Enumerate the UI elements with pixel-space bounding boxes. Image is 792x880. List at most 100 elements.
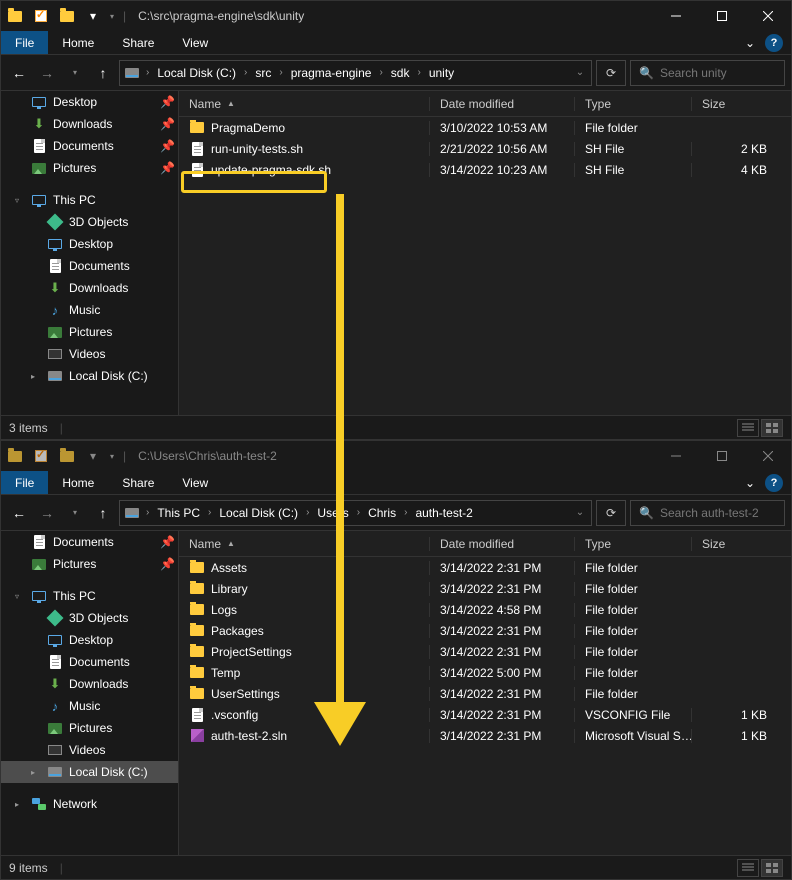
- sidebar-item[interactable]: ♪Music: [1, 299, 178, 321]
- chevron-right-icon[interactable]: ›: [277, 67, 284, 78]
- recent-locations-button[interactable]: ▾: [63, 61, 87, 85]
- file-row[interactable]: .vsconfig 3/14/2022 2:31 PM VSCONFIG Fil…: [179, 704, 791, 725]
- sidebar-item[interactable]: Desktop: [1, 233, 178, 255]
- navigation-pane[interactable]: Documents📌Pictures📌 ▿This PC3D ObjectsDes…: [1, 531, 179, 855]
- file-list-pane[interactable]: Name▲ Date modified Type Size PragmaDemo…: [179, 91, 791, 415]
- up-button[interactable]: ↑: [91, 501, 115, 525]
- title-bar[interactable]: ▾ ▾ | C:\src\pragma-engine\sdk\unity: [1, 1, 791, 31]
- chevron-right-icon[interactable]: ▸: [31, 768, 41, 777]
- sidebar-item[interactable]: ▸Local Disk (C:): [1, 761, 178, 783]
- column-type-header[interactable]: Type: [574, 97, 691, 111]
- sidebar-item[interactable]: Pictures📌: [1, 553, 178, 575]
- chevron-down-icon[interactable]: ▿: [15, 196, 25, 205]
- sidebar-item[interactable]: ⬇Downloads📌: [1, 113, 178, 135]
- chevron-right-icon[interactable]: ›: [304, 507, 311, 518]
- search-input[interactable]: 🔍 Search unity: [630, 60, 785, 86]
- column-size-header[interactable]: Size: [691, 97, 791, 111]
- file-row[interactable]: auth-test-2.sln 3/14/2022 2:31 PM Micros…: [179, 725, 791, 746]
- file-row[interactable]: Logs 3/14/2022 4:58 PM File folder: [179, 599, 791, 620]
- sidebar-item[interactable]: Documents📌: [1, 135, 178, 157]
- column-date-header[interactable]: Date modified: [429, 97, 574, 111]
- breadcrumb-part[interactable]: This PC: [153, 506, 204, 520]
- thumbnails-view-button[interactable]: [761, 859, 783, 877]
- chevron-right-icon[interactable]: ▸: [31, 372, 41, 381]
- sidebar-this-pc[interactable]: ▿This PC: [1, 189, 178, 211]
- sidebar-item[interactable]: 3D Objects: [1, 607, 178, 629]
- chevron-down-icon[interactable]: ▿: [15, 592, 25, 601]
- back-button[interactable]: ←: [7, 61, 31, 85]
- share-tab[interactable]: Share: [108, 476, 168, 490]
- column-date-header[interactable]: Date modified: [429, 537, 574, 551]
- breadcrumb-part[interactable]: auth-test-2: [411, 506, 476, 520]
- up-button[interactable]: ↑: [91, 61, 115, 85]
- sidebar-item[interactable]: ♪Music: [1, 695, 178, 717]
- sidebar-item[interactable]: Pictures📌: [1, 157, 178, 179]
- file-row[interactable]: PragmaDemo 3/10/2022 10:53 AM File folde…: [179, 117, 791, 138]
- sidebar-item[interactable]: Desktop📌: [1, 91, 178, 113]
- help-icon[interactable]: ?: [765, 34, 783, 52]
- sidebar-item[interactable]: Desktop: [1, 629, 178, 651]
- home-tab[interactable]: Home: [48, 36, 108, 50]
- forward-button[interactable]: →: [35, 61, 59, 85]
- forward-button[interactable]: →: [35, 501, 59, 525]
- breadcrumb-part[interactable]: Users: [313, 506, 352, 520]
- chevron-right-icon[interactable]: ▸: [15, 800, 25, 809]
- sidebar-item[interactable]: ▸Local Disk (C:): [1, 365, 178, 387]
- breadcrumb-part[interactable]: src: [251, 66, 275, 80]
- file-row[interactable]: Assets 3/14/2022 2:31 PM File folder: [179, 557, 791, 578]
- help-icon[interactable]: ?: [765, 474, 783, 492]
- new-item-icon[interactable]: ▾: [85, 448, 101, 464]
- breadcrumb-part[interactable]: Local Disk (C:): [153, 66, 240, 80]
- breadcrumb-part[interactable]: Local Disk (C:): [215, 506, 302, 520]
- sidebar-item[interactable]: Documents📌: [1, 531, 178, 553]
- file-list-pane[interactable]: Name▲ Date modified Type Size Assets 3/1…: [179, 531, 791, 855]
- sidebar-item[interactable]: Pictures: [1, 321, 178, 343]
- search-input[interactable]: 🔍 Search auth-test-2: [630, 500, 785, 526]
- title-bar[interactable]: ▾ ▾ | C:\Users\Chris\auth-test-2: [1, 441, 791, 471]
- file-row[interactable]: Packages 3/14/2022 2:31 PM File folder: [179, 620, 791, 641]
- qat-customize-icon[interactable]: ▾: [107, 452, 117, 461]
- breadcrumb-part[interactable]: pragma-engine: [287, 66, 376, 80]
- maximize-button[interactable]: [699, 1, 745, 31]
- address-dropdown-icon[interactable]: ⌄: [571, 67, 589, 78]
- view-tab[interactable]: View: [168, 476, 222, 490]
- expand-ribbon-icon[interactable]: ⌄: [735, 476, 765, 490]
- view-tab[interactable]: View: [168, 36, 222, 50]
- address-dropdown-icon[interactable]: ⌄: [571, 507, 589, 518]
- breadcrumb-part[interactable]: Chris: [364, 506, 400, 520]
- share-tab[interactable]: Share: [108, 36, 168, 50]
- sidebar-this-pc[interactable]: ▿This PC: [1, 585, 178, 607]
- chevron-right-icon[interactable]: ›: [415, 67, 422, 78]
- chevron-right-icon[interactable]: ›: [242, 67, 249, 78]
- file-row[interactable]: Temp 3/14/2022 5:00 PM File folder: [179, 662, 791, 683]
- maximize-button[interactable]: [699, 441, 745, 471]
- qat-customize-icon[interactable]: ▾: [107, 12, 117, 21]
- close-button[interactable]: [745, 441, 791, 471]
- properties-checkbox-icon[interactable]: [33, 448, 49, 464]
- chevron-right-icon[interactable]: ›: [144, 67, 151, 78]
- sidebar-item[interactable]: ⬇Downloads: [1, 277, 178, 299]
- thumbnails-view-button[interactable]: [761, 419, 783, 437]
- chevron-right-icon[interactable]: ›: [355, 507, 362, 518]
- address-bar[interactable]: › This PC › Local Disk (C:) › Users › Ch…: [119, 500, 592, 526]
- details-view-button[interactable]: [737, 419, 759, 437]
- sidebar-network[interactable]: ▸Network: [1, 793, 178, 815]
- details-view-button[interactable]: [737, 859, 759, 877]
- column-size-header[interactable]: Size: [691, 537, 791, 551]
- file-row[interactable]: run-unity-tests.sh 2/21/2022 10:56 AM SH…: [179, 138, 791, 159]
- file-row[interactable]: update-pragma-sdk.sh 3/14/2022 10:23 AM …: [179, 159, 791, 180]
- sidebar-item[interactable]: Videos: [1, 739, 178, 761]
- recent-locations-button[interactable]: ▾: [63, 501, 87, 525]
- file-menu[interactable]: File: [1, 31, 48, 54]
- breadcrumb-part[interactable]: sdk: [387, 66, 414, 80]
- column-name-header[interactable]: Name▲: [179, 97, 429, 111]
- expand-ribbon-icon[interactable]: ⌄: [735, 36, 765, 50]
- file-menu[interactable]: File: [1, 471, 48, 494]
- address-bar[interactable]: › Local Disk (C:) › src › pragma-engine …: [119, 60, 592, 86]
- back-button[interactable]: ←: [7, 501, 31, 525]
- sidebar-item[interactable]: Documents: [1, 651, 178, 673]
- minimize-button[interactable]: [653, 1, 699, 31]
- chevron-right-icon[interactable]: ›: [402, 507, 409, 518]
- chevron-right-icon[interactable]: ›: [206, 507, 213, 518]
- sidebar-item[interactable]: Documents: [1, 255, 178, 277]
